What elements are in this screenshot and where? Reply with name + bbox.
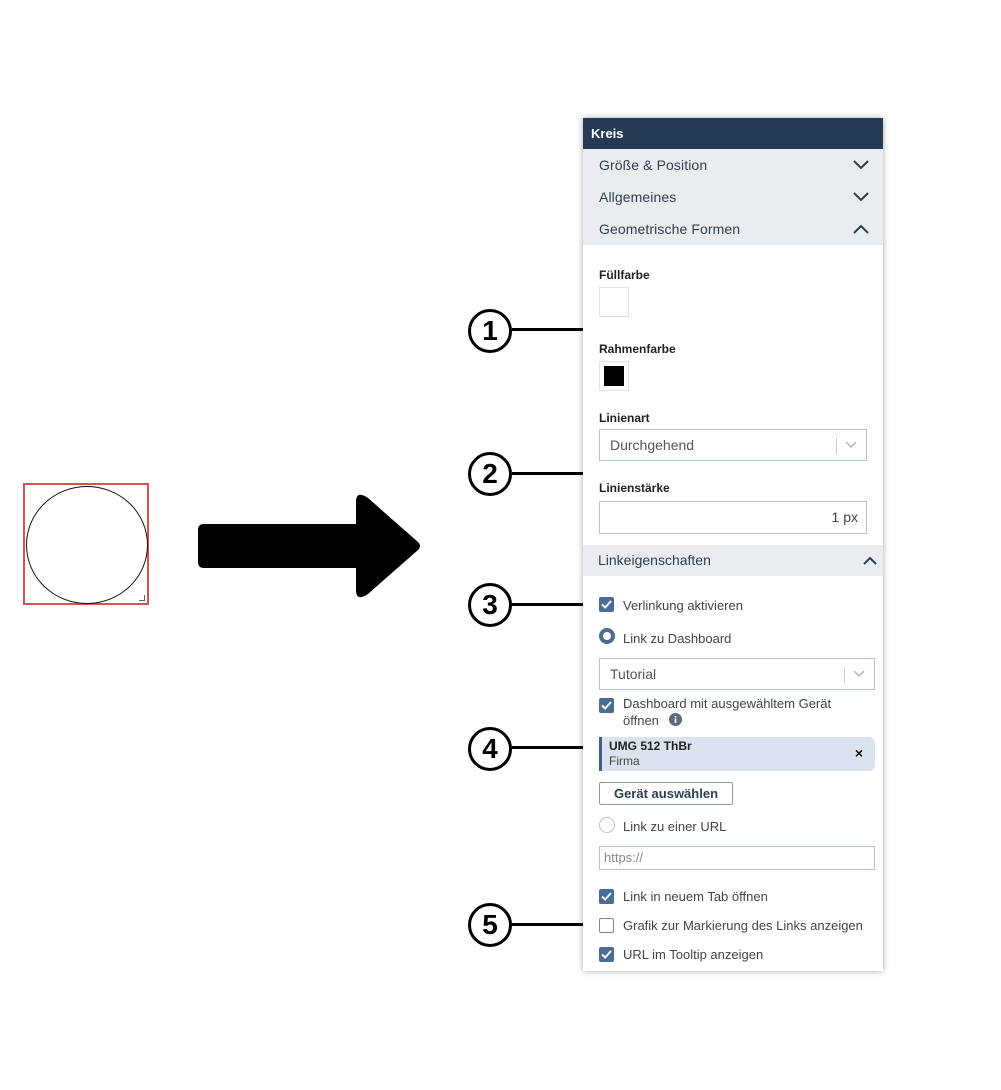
check-icon [601, 892, 612, 901]
check-icon [601, 600, 612, 609]
big-arrow-icon [198, 494, 420, 598]
callout-line-1 [512, 328, 590, 331]
info-icon[interactable] [669, 713, 682, 726]
callout-4: 4 [468, 727, 512, 771]
accordion-label: Größe & Position [599, 157, 708, 173]
accordion-link-properties[interactable]: Linkeigenschaften [583, 545, 883, 576]
callout-line-2 [512, 472, 590, 475]
fill-color-label: Füllfarbe [599, 268, 650, 282]
linestyle-label: Linienart [599, 411, 650, 425]
linewidth-label: Linienstärke [599, 481, 670, 495]
url-tooltip-label: URL im Tooltip anzeigen [623, 947, 764, 962]
callout-line-4 [512, 746, 590, 749]
dashboard-select-value: Tutorial [610, 666, 657, 682]
link-dashboard-label: Link zu Dashboard [623, 631, 732, 646]
chevron-down-icon [853, 160, 869, 170]
callout-3: 3 [468, 583, 512, 627]
link-marker-label: Grafik zur Markierung des Links anzeigen [623, 918, 863, 933]
chevron-up-icon [853, 224, 869, 234]
accordion-label: Linkeigenschaften [598, 552, 711, 568]
device-name: UMG 512 ThBr [609, 739, 692, 753]
url-tooltip-checkbox[interactable] [599, 947, 614, 962]
new-tab-checkbox[interactable] [599, 889, 614, 904]
circle-shape [26, 486, 148, 604]
accordion-size-position[interactable]: Größe & Position [583, 149, 883, 181]
chevron-up-icon [863, 556, 877, 565]
properties-panel: Kreis Größe & Position Allgemeines Geome… [583, 118, 883, 971]
callout-1: 1 [468, 309, 512, 353]
fill-color-swatch[interactable] [599, 287, 629, 317]
accordion-general[interactable]: Allgemeines [583, 181, 883, 213]
link-dashboard-radio[interactable] [599, 628, 615, 644]
link-url-label: Link zu einer URL [623, 819, 727, 834]
linewidth-input[interactable]: 1 px [599, 501, 867, 534]
select-separator [836, 438, 837, 454]
device-chip-wrap: UMG 512 ThBr Firma × [583, 737, 883, 771]
check-icon [601, 950, 612, 959]
resize-handle-icon[interactable] [139, 595, 145, 601]
enable-link-checkbox[interactable] [599, 597, 614, 612]
enable-link-label: Verlinkung aktivieren [623, 598, 743, 613]
callout-5: 5 [468, 903, 512, 947]
callout-line-5 [512, 923, 590, 926]
url-input[interactable]: https:// [599, 846, 875, 870]
dashboard-select[interactable]: Tutorial [599, 658, 875, 690]
dashboard-with-device-label-2: öffnen [623, 713, 659, 728]
accordion-label: Allgemeines [599, 189, 677, 205]
select-separator [844, 667, 845, 683]
chevron-down-icon [845, 441, 857, 449]
accordion-label: Geometrische Formen [599, 221, 741, 237]
chevron-down-icon [853, 670, 865, 678]
new-tab-label: Link in neuem Tab öffnen [623, 889, 768, 904]
linestyle-value: Durchgehend [610, 437, 695, 453]
link-marker-checkbox[interactable] [599, 918, 614, 933]
border-color-fill [604, 366, 624, 386]
remove-device-icon[interactable]: × [855, 745, 863, 761]
linestyle-select[interactable]: Durchgehend [599, 429, 867, 461]
link-url-radio[interactable] [599, 817, 615, 833]
dashboard-with-device-label: Dashboard mit ausgewähltem Gerät [623, 696, 832, 711]
border-color-label: Rahmenfarbe [599, 342, 676, 356]
circle-shape-selected[interactable] [23, 483, 149, 605]
chevron-down-icon [853, 192, 869, 202]
callout-2: 2 [468, 452, 512, 496]
dashboard-with-device-checkbox[interactable] [599, 698, 614, 713]
panel-title: Kreis [583, 118, 883, 149]
choose-device-button[interactable]: Gerät auswählen [599, 782, 733, 805]
accordion-geometric-shapes[interactable]: Geometrische Formen [583, 213, 883, 245]
device-company: Firma [609, 754, 640, 768]
border-color-swatch[interactable] [599, 361, 629, 391]
selected-device-chip: UMG 512 ThBr Firma × [599, 737, 875, 771]
check-icon [601, 701, 612, 710]
